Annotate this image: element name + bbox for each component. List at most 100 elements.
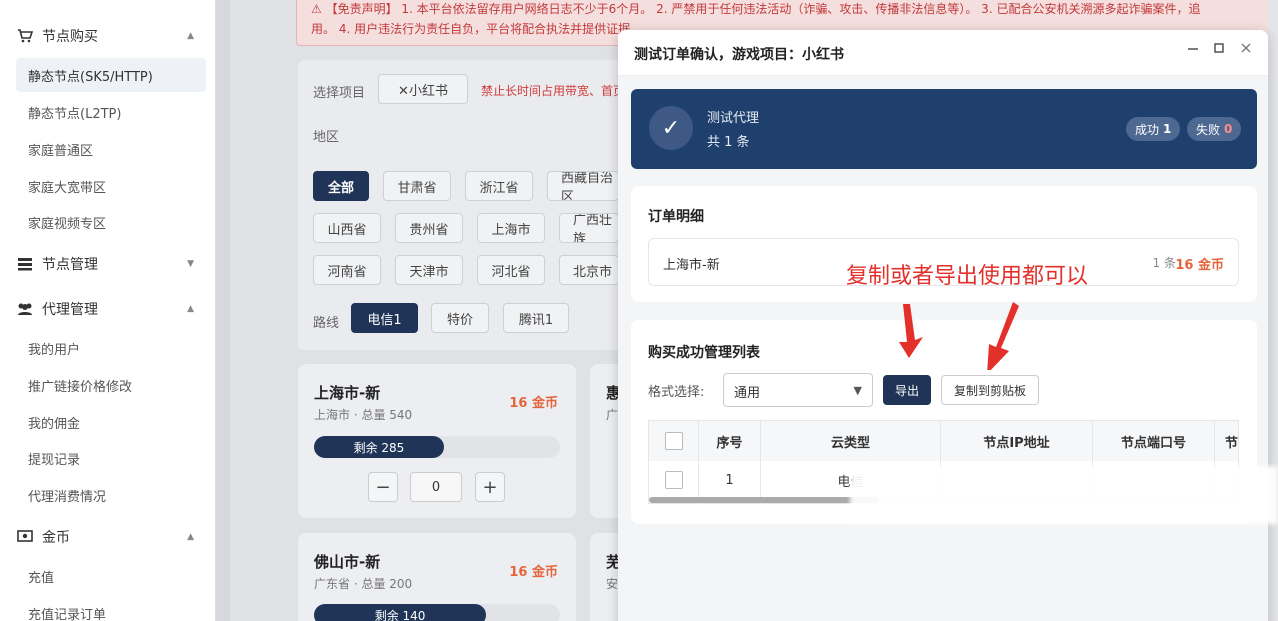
success-value: 1 [1163,122,1172,136]
select-all-cell [649,421,699,461]
fail-value: 0 [1224,122,1233,136]
banner-count: 共 1 条 [707,135,750,150]
region-chip[interactable]: 上海市 [477,213,545,243]
result-banner: ✓ 测试代理 共 1 条 成功 1 失败 0 [631,89,1257,169]
select-all-checkbox[interactable] [664,432,683,450]
annotation-arrow-copy [987,302,1019,370]
success-badge: 成功 1 [1126,117,1181,141]
sidebar-section-label: 代理管理 [42,302,98,318]
node-card-subtitle: 广东省 · 总量 200 [314,577,413,591]
redaction-blur [850,466,1278,524]
sidebar-item-withdraw-records[interactable]: 提现记录 [16,441,206,475]
purchase-list-title: 购买成功管理列表 [648,345,760,361]
success-label: 成功 [1135,122,1160,137]
annotation-arrows [899,302,1019,370]
column-header[interactable]: 节点IP地址 [941,421,1093,461]
row-select-cell [649,461,699,499]
banner-title: 测试代理 [707,111,760,126]
node-card-price: 16 金币 [509,396,558,411]
maximize-icon[interactable] [1210,42,1228,58]
node-card-subtitle: 安 [606,577,619,591]
export-button[interactable]: 导出 [883,375,931,405]
region-chip[interactable]: 河北省 [477,255,545,285]
sidebar-section-label: 节点管理 [42,257,98,273]
row-checkbox[interactable] [664,471,683,489]
copy-to-clipboard-button[interactable]: 复制到剪贴板 [941,375,1039,405]
chevron-up-icon: ▲ [187,304,194,314]
stock-bar: 剩余 140 [314,604,560,621]
sidebar-item-static-l2tp[interactable]: 静态节点(L2TP) [16,95,206,129]
sidebar-item-commission[interactable]: 我的佣金 [16,405,206,439]
column-header[interactable]: 序号 [699,421,761,461]
sidebar-section-label: 节点购买 [42,29,98,45]
node-card-subtitle: 广 [606,408,619,422]
sidebar-item-recharge-orders[interactable]: 充值记录订单 [16,596,206,621]
node-card-price: 16 金币 [509,565,558,580]
format-label: 格式选择: [648,385,705,400]
annotation-arrow-export [899,304,923,358]
money-icon [16,530,34,544]
region-chip[interactable]: 山西省 [313,213,381,243]
decrease-button[interactable]: − [368,472,398,502]
sidebar-section-node-purchase[interactable]: 节点购买 ▲ [0,20,216,52]
sidebar-item-home-normal[interactable]: 家庭普通区 [16,132,206,166]
fail-badge: 失败 0 [1187,117,1242,141]
sidebar-section-gold[interactable]: 金币 ▲ [0,521,216,553]
sidebar-item-agent-consumption[interactable]: 代理消费情况 [16,478,206,512]
sidebar-section-node-manage[interactable]: 节点管理 ▼ [0,248,216,280]
route-chip[interactable]: 腾讯1 [503,303,569,333]
sidebar-item-home-broadband[interactable]: 家庭大宽带区 [16,169,206,203]
route-chip[interactable]: 特价 [431,303,489,333]
sidebar-section-agent-manage[interactable]: 代理管理 ▲ [0,293,216,325]
route-label: 路线 [313,316,340,331]
sidebar-item-promo-price[interactable]: 推广链接价格修改 [16,368,206,402]
region-chip[interactable]: 北京市 [559,255,619,285]
region-label: 地区 [313,130,340,145]
column-header[interactable]: 节点端口号 [1093,421,1215,461]
sidebar-item-recharge[interactable]: 充值 [16,559,206,593]
chevron-up-icon: ▲ [187,532,194,542]
background-edge [1268,0,1278,621]
column-header[interactable]: 节 [1215,421,1238,461]
sidebar-item-home-video[interactable]: 家庭视频专区 [16,205,206,239]
close-icon[interactable] [1237,42,1255,58]
sidebar-section-label: 金币 [42,530,70,546]
dialog-header: 测试订单确认，游戏项目：小红书 [618,30,1268,76]
node-card-title: 佛山市-新 [314,553,381,571]
region-chip[interactable]: 西藏自治区 [547,171,619,201]
route-chip-selected[interactable]: 电信1 [351,303,418,333]
node-card-subtitle: 上海市 · 总量 540 [314,408,413,422]
project-chip[interactable]: ✕小红书 [378,74,468,104]
stock-bar-fill: 剩余 140 [314,604,487,621]
bandwidth-warning: 禁止长时间占用带宽、首页 [481,84,626,98]
sidebar-item-my-users[interactable]: 我的用户 [16,331,206,365]
sidebar-item-static-sk5[interactable]: 静态节点(SK5/HTTP) [16,58,206,92]
table-cell: 1 [699,461,761,499]
increase-button[interactable]: + [475,472,505,502]
annotation-text: 复制或者导出使用都可以 [846,264,1089,289]
node-card: 佛山市-新 广东省 · 总量 200 16 金币 剩余 140 [298,533,576,621]
region-chip[interactable]: 天津市 [395,255,463,285]
stock-bar: 剩余 285 [314,436,560,458]
cart-icon [16,29,34,43]
region-chip[interactable]: 广西壮族 [559,213,619,243]
column-header[interactable]: 云类型 [761,421,941,461]
region-chip[interactable]: 浙江省 [465,171,533,201]
horizontal-scrollbar[interactable] [649,497,879,503]
region-chip[interactable]: 甘肃省 [383,171,451,201]
fail-label: 失败 [1196,122,1221,137]
layout-divider [216,0,230,621]
notice-line-1: ⚠ 【免责声明】 1. 本平台依法留存用户网络日志不少于6个月。 2. 严禁用于… [311,2,1201,16]
region-chip[interactable]: 河南省 [313,255,381,285]
region-chip[interactable]: 贵州省 [395,213,463,243]
chevron-up-icon: ▲ [187,31,194,41]
node-card: 上海市-新 上海市 · 总量 540 16 金币 剩余 285 − 0 + [298,364,576,518]
order-node-name: 上海市-新 [663,258,720,273]
region-chip-all[interactable]: 全部 [313,171,369,201]
dialog-title: 测试订单确认，游戏项目：小红书 [634,47,844,63]
format-select[interactable]: 通用 ▼ [723,373,873,407]
quantity-input[interactable]: 0 [410,472,462,502]
users-icon [16,302,34,316]
project-label: 选择项目 [313,86,366,101]
minimize-icon[interactable] [1184,42,1202,58]
